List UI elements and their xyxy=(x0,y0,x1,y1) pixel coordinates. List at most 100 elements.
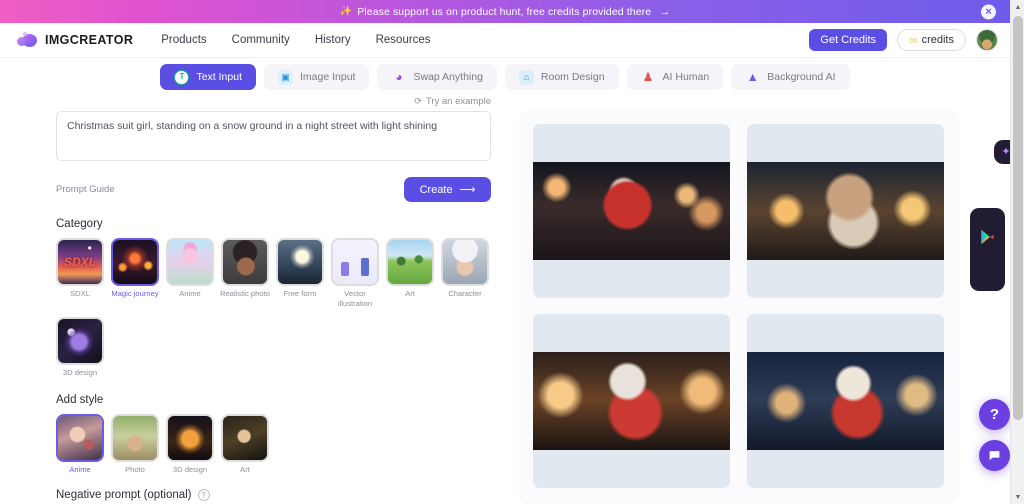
negative-prompt-title: Negative prompt (optional) xyxy=(56,489,192,501)
results-panel xyxy=(519,110,959,504)
category-thumbnail xyxy=(56,316,104,365)
create-label: Create xyxy=(419,183,453,196)
chat-button[interactable] xyxy=(979,440,1010,471)
style-grid: Anime Photo 3D design Art xyxy=(56,413,506,475)
create-button[interactable]: Create ⟶ xyxy=(404,177,491,202)
category-thumbnail xyxy=(166,238,214,286)
avatar[interactable] xyxy=(976,29,998,51)
brand-name: IMGCREATOR xyxy=(45,33,134,47)
result-card[interactable] xyxy=(533,314,730,488)
sparkle-icon: ✨ xyxy=(339,6,353,17)
category-thumbnail xyxy=(386,238,434,286)
category-label: 3D design xyxy=(62,367,98,377)
tab-ai-human[interactable]: ♟ AI Human xyxy=(626,64,724,90)
try-an-example-button[interactable]: ⟳ Try an example xyxy=(414,96,491,107)
prompt-actions: Prompt Guide Create ⟶ xyxy=(56,177,491,202)
category-label: Realistic photo xyxy=(220,289,270,298)
tab-label: Image Input xyxy=(300,71,356,83)
header-actions: Get Credits ∞ credits xyxy=(809,29,998,51)
category-title: Category xyxy=(56,218,103,230)
style-item-art[interactable]: Art xyxy=(221,413,269,475)
page-scrollbar[interactable]: ▲ ▼ xyxy=(1010,0,1024,504)
prompt-guide-link[interactable]: Prompt Guide xyxy=(56,184,115,195)
main-nav: Products Community History Resources xyxy=(161,34,430,46)
credits-balance-pill[interactable]: ∞ credits xyxy=(897,29,966,51)
category-label: Magic journey xyxy=(111,289,159,298)
category-item-character[interactable]: Character xyxy=(441,238,489,310)
category-item-sdxl[interactable]: SDXL SDXL xyxy=(56,238,104,310)
site-header: IMGCREATOR Products Community History Re… xyxy=(0,23,1010,58)
tab-label: Background AI xyxy=(767,71,836,83)
tab-label: Text Input xyxy=(196,71,242,83)
scrollbar-thumb[interactable] xyxy=(1013,16,1023,420)
prompt-input[interactable]: Christmas suit girl, standing on a snow … xyxy=(56,111,491,161)
nav-item-resources[interactable]: Resources xyxy=(376,34,431,46)
result-image xyxy=(747,162,944,260)
tab-text-input[interactable]: T Text Input xyxy=(160,64,256,90)
tab-background-ai[interactable]: ▲ Background AI xyxy=(731,64,850,90)
category-item-art[interactable]: Art xyxy=(386,238,434,310)
image-input-icon: ▣ xyxy=(278,69,293,85)
left-controls-panel: ⟳ Try an example Christmas suit girl, st… xyxy=(0,96,510,504)
text-input-icon: T xyxy=(174,69,190,85)
promo-banner: ✨ Please support us on product hunt, fre… xyxy=(0,0,1010,23)
ai-human-icon: ♟ xyxy=(642,70,654,84)
result-image xyxy=(533,352,730,450)
result-card[interactable] xyxy=(747,314,944,488)
style-item-3d-design[interactable]: 3D design xyxy=(166,413,214,475)
swap-anything-icon: ◕ xyxy=(395,70,403,84)
style-thumbnail xyxy=(56,413,104,462)
add-style-title: Add style xyxy=(56,393,104,406)
nav-item-community[interactable]: Community xyxy=(232,34,290,46)
category-item-realistic-photo[interactable]: Realistic photo xyxy=(220,238,270,310)
try-example-row: ⟳ Try an example xyxy=(56,96,491,107)
google-play-icon[interactable] xyxy=(979,228,997,246)
credits-label: credits xyxy=(921,34,954,46)
result-card[interactable] xyxy=(533,124,730,298)
help-button[interactable]: ? xyxy=(979,399,1010,430)
category-item-free-form[interactable]: Free form xyxy=(276,238,324,310)
negative-prompt-section: Negative prompt (optional) ? xyxy=(56,489,510,501)
try-example-label: Try an example xyxy=(425,96,491,107)
category-thumbnail: SDXL xyxy=(56,238,104,286)
scroll-up-icon[interactable]: ▲ xyxy=(1011,0,1024,14)
category-item-vector-illustration[interactable]: Vector illustration xyxy=(331,238,379,310)
category-thumbnail xyxy=(331,238,379,286)
nav-item-history[interactable]: History xyxy=(315,34,351,46)
tab-image-input[interactable]: ▣ Image Input xyxy=(264,64,370,90)
app-store-badges[interactable] xyxy=(970,208,1005,291)
style-item-anime[interactable]: Anime xyxy=(56,413,104,475)
category-thumbnail xyxy=(111,238,159,286)
category-item-magic-journey[interactable]: Magic journey xyxy=(111,238,159,310)
style-thumbnail xyxy=(111,413,159,462)
close-icon[interactable]: ✕ xyxy=(981,4,996,19)
category-item-anime[interactable]: Anime xyxy=(166,238,214,310)
nav-item-products[interactable]: Products xyxy=(161,34,206,46)
category-label: Character xyxy=(448,289,482,298)
get-credits-button[interactable]: Get Credits xyxy=(809,29,888,51)
tab-room-design[interactable]: ⌂ Room Design xyxy=(504,64,619,90)
category-label: Art xyxy=(405,289,415,298)
refresh-icon: ⟳ xyxy=(414,96,422,106)
category-grid: SDXL SDXL Magic journey Anime Realistic … xyxy=(56,238,506,378)
category-label: Anime xyxy=(179,289,201,298)
style-thumbnail xyxy=(166,413,214,462)
room-design-icon: ⌂ xyxy=(518,69,534,85)
category-thumbnail xyxy=(276,238,324,286)
category-item-3d-design[interactable]: 3D design xyxy=(56,316,104,378)
result-card[interactable] xyxy=(747,124,944,298)
category-thumbnail xyxy=(221,238,269,286)
style-item-photo[interactable]: Photo xyxy=(111,413,159,475)
background-ai-icon: ▲ xyxy=(746,70,759,84)
category-label: SDXL xyxy=(70,289,90,298)
mode-tabbar: T Text Input ▣ Image Input ◕ Swap Anythi… xyxy=(0,60,1010,94)
infinity-coins-icon: ∞ xyxy=(909,33,918,47)
style-thumbnail xyxy=(221,413,269,462)
help-icon[interactable]: ? xyxy=(197,489,210,501)
promo-message: Please support us on product hunt, free … xyxy=(357,5,652,18)
promo-banner-text[interactable]: ✨ Please support us on product hunt, fre… xyxy=(340,6,671,18)
logo-icon xyxy=(17,31,38,49)
tab-swap-anything[interactable]: ◕ Swap Anything xyxy=(377,64,497,90)
scroll-down-icon[interactable]: ▼ xyxy=(1011,490,1024,504)
brand-logo[interactable]: IMGCREATOR xyxy=(17,31,134,49)
